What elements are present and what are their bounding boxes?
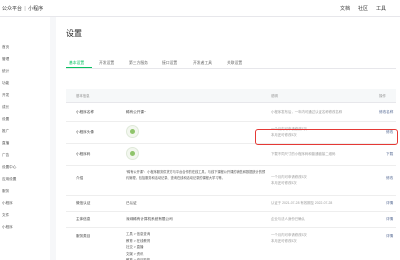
nav-community[interactable]: 社区 [358, 5, 368, 12]
sidebar-item[interactable]: 功能 [2, 81, 9, 86]
avatar [126, 125, 139, 138]
row-label: 小程序头像 [76, 130, 94, 134]
row-label: 小程序码 [76, 152, 91, 156]
edit-name-link[interactable]: 修改名称 [379, 110, 393, 115]
row-label: 小程序名称 [76, 110, 94, 114]
tab-api-settings[interactable]: 接口设置 [162, 61, 177, 66]
download-code-link[interactable]: 下载 [386, 152, 393, 157]
table-row: 小程序码 下载不同尺寸的小程序码和普通链接二维码 下载 [66, 143, 396, 166]
table-header: 基本信息 说明 操作 [66, 89, 396, 103]
sidebar-item[interactable]: 小程序 [2, 201, 13, 206]
sidebar-item[interactable]: 直播 [2, 141, 9, 146]
tab-third-party[interactable]: 第三方服务 [129, 61, 148, 66]
verification-detail-link[interactable]: 详情 [386, 201, 393, 206]
header-action: 操作 [379, 94, 386, 98]
mini-program-name: 稀有公开课~ [126, 110, 147, 114]
sidebar-item[interactable]: 应用设置 [2, 177, 16, 182]
brand: 公众平台 | 小程序 [2, 5, 43, 12]
table-row: 微信认证 已认证 认证于 2021-07-28 有效期至 2022-07-28 … [66, 195, 396, 212]
row-label: 主体信息 [76, 217, 91, 221]
sidebar-item[interactable]: 推广 [2, 129, 9, 134]
row-label: 介绍 [76, 176, 84, 180]
table-row: 介绍 “稀有公开课”：小程序服务供货方与平台合作的在线工具，与线下课程公开课的销… [66, 165, 396, 196]
sidebar-item[interactable]: 文件 [2, 213, 9, 218]
row-description: 认证于 2021-07-28 有效期至 2022-07-28 [271, 201, 333, 205]
row-description: 企业与法人身份已确认 [271, 217, 305, 221]
sidebar-item[interactable]: 管理 [2, 57, 9, 62]
sidebar-item[interactable]: 成长 [2, 105, 9, 110]
entity-detail-link[interactable]: 详情 [386, 217, 393, 222]
mini-program-code-icon [126, 147, 139, 160]
nav-tools[interactable]: 工具 [376, 5, 386, 12]
sidebar-item[interactable]: 小程序 [2, 225, 13, 230]
tab-divider [66, 68, 396, 69]
sidebar: 首页 管理 统计 功能 开发 成长 设置 推广 直播 广告 设置中心 应用设置 … [0, 17, 50, 260]
entity-name: 深圳稀有计算机系统有限公司 [126, 217, 173, 221]
nav-docs[interactable]: 文档 [340, 5, 350, 12]
tab-association[interactable]: 关联设置 [227, 61, 242, 66]
verification-status: 已认证 [126, 201, 137, 205]
row-label: 服务类目 [76, 234, 91, 238]
table-row: 小程序名称 稀有公开课~ 小程序发布后，一年内可通过认证名称修改名称 修改名称 [66, 103, 396, 122]
brand-name: 公众平台 [2, 6, 23, 12]
sidebar-item[interactable]: 开发 [2, 93, 9, 98]
highlight-box [255, 129, 398, 145]
tab-dev-tools[interactable]: 开发者工具 [193, 61, 212, 66]
row-description: 一个月内可申请修改5次 本月还可修改5次 [271, 233, 307, 243]
sidebar-item[interactable]: 统计 [2, 69, 9, 74]
table-row: 主体信息 深圳稀有计算机系统有限公司 企业与法人身份已确认 详情 [66, 211, 396, 228]
table-row: 服务类目 工具 > 信息查询 教育 > 在线教育 社交 > 直播 文娱 > 资讯… [66, 227, 396, 260]
row-label: 微信认证 [76, 201, 91, 205]
brand-separator: | [24, 6, 26, 12]
page-title: 设置 [66, 29, 82, 38]
sidebar-item[interactable]: 首页 [2, 45, 9, 50]
row-description: 一个月内可申请修改5次 本月还可修改5次 [271, 175, 307, 185]
header-basic-info: 基本信息 [76, 94, 90, 98]
sidebar-item[interactable]: 设置 [2, 117, 9, 122]
tab-dev-settings[interactable]: 开发设置 [99, 61, 114, 66]
header-description: 说明 [271, 94, 278, 98]
sidebar-item[interactable]: 服务 [2, 189, 9, 194]
sidebar-item[interactable]: 设置中心 [2, 165, 16, 170]
product-name: 小程序 [28, 6, 44, 12]
sidebar-item[interactable]: 广告 [2, 153, 9, 158]
tab-basic-settings[interactable]: 基本设置 [69, 61, 84, 66]
categories-detail-link[interactable]: 详情 [386, 234, 393, 239]
top-bar: 公众平台 | 小程序 文档 社区 工具 [0, 0, 400, 17]
service-categories: 工具 > 信息查询 教育 > 在线教育 社交 > 直播 文娱 > 资讯 教育 >… [126, 232, 151, 260]
intro-text: “稀有公开课”：小程序服务供货方与平台合作的在线工具，与线下课程公开课的销售和数… [126, 170, 266, 180]
edit-intro-link[interactable]: 修改 [386, 176, 393, 181]
row-description: 小程序发布后，一年内可通过认证名称修改名称 [271, 110, 343, 114]
row-description: 下载不同尺寸的小程序码和普通链接二维码 [271, 152, 336, 156]
